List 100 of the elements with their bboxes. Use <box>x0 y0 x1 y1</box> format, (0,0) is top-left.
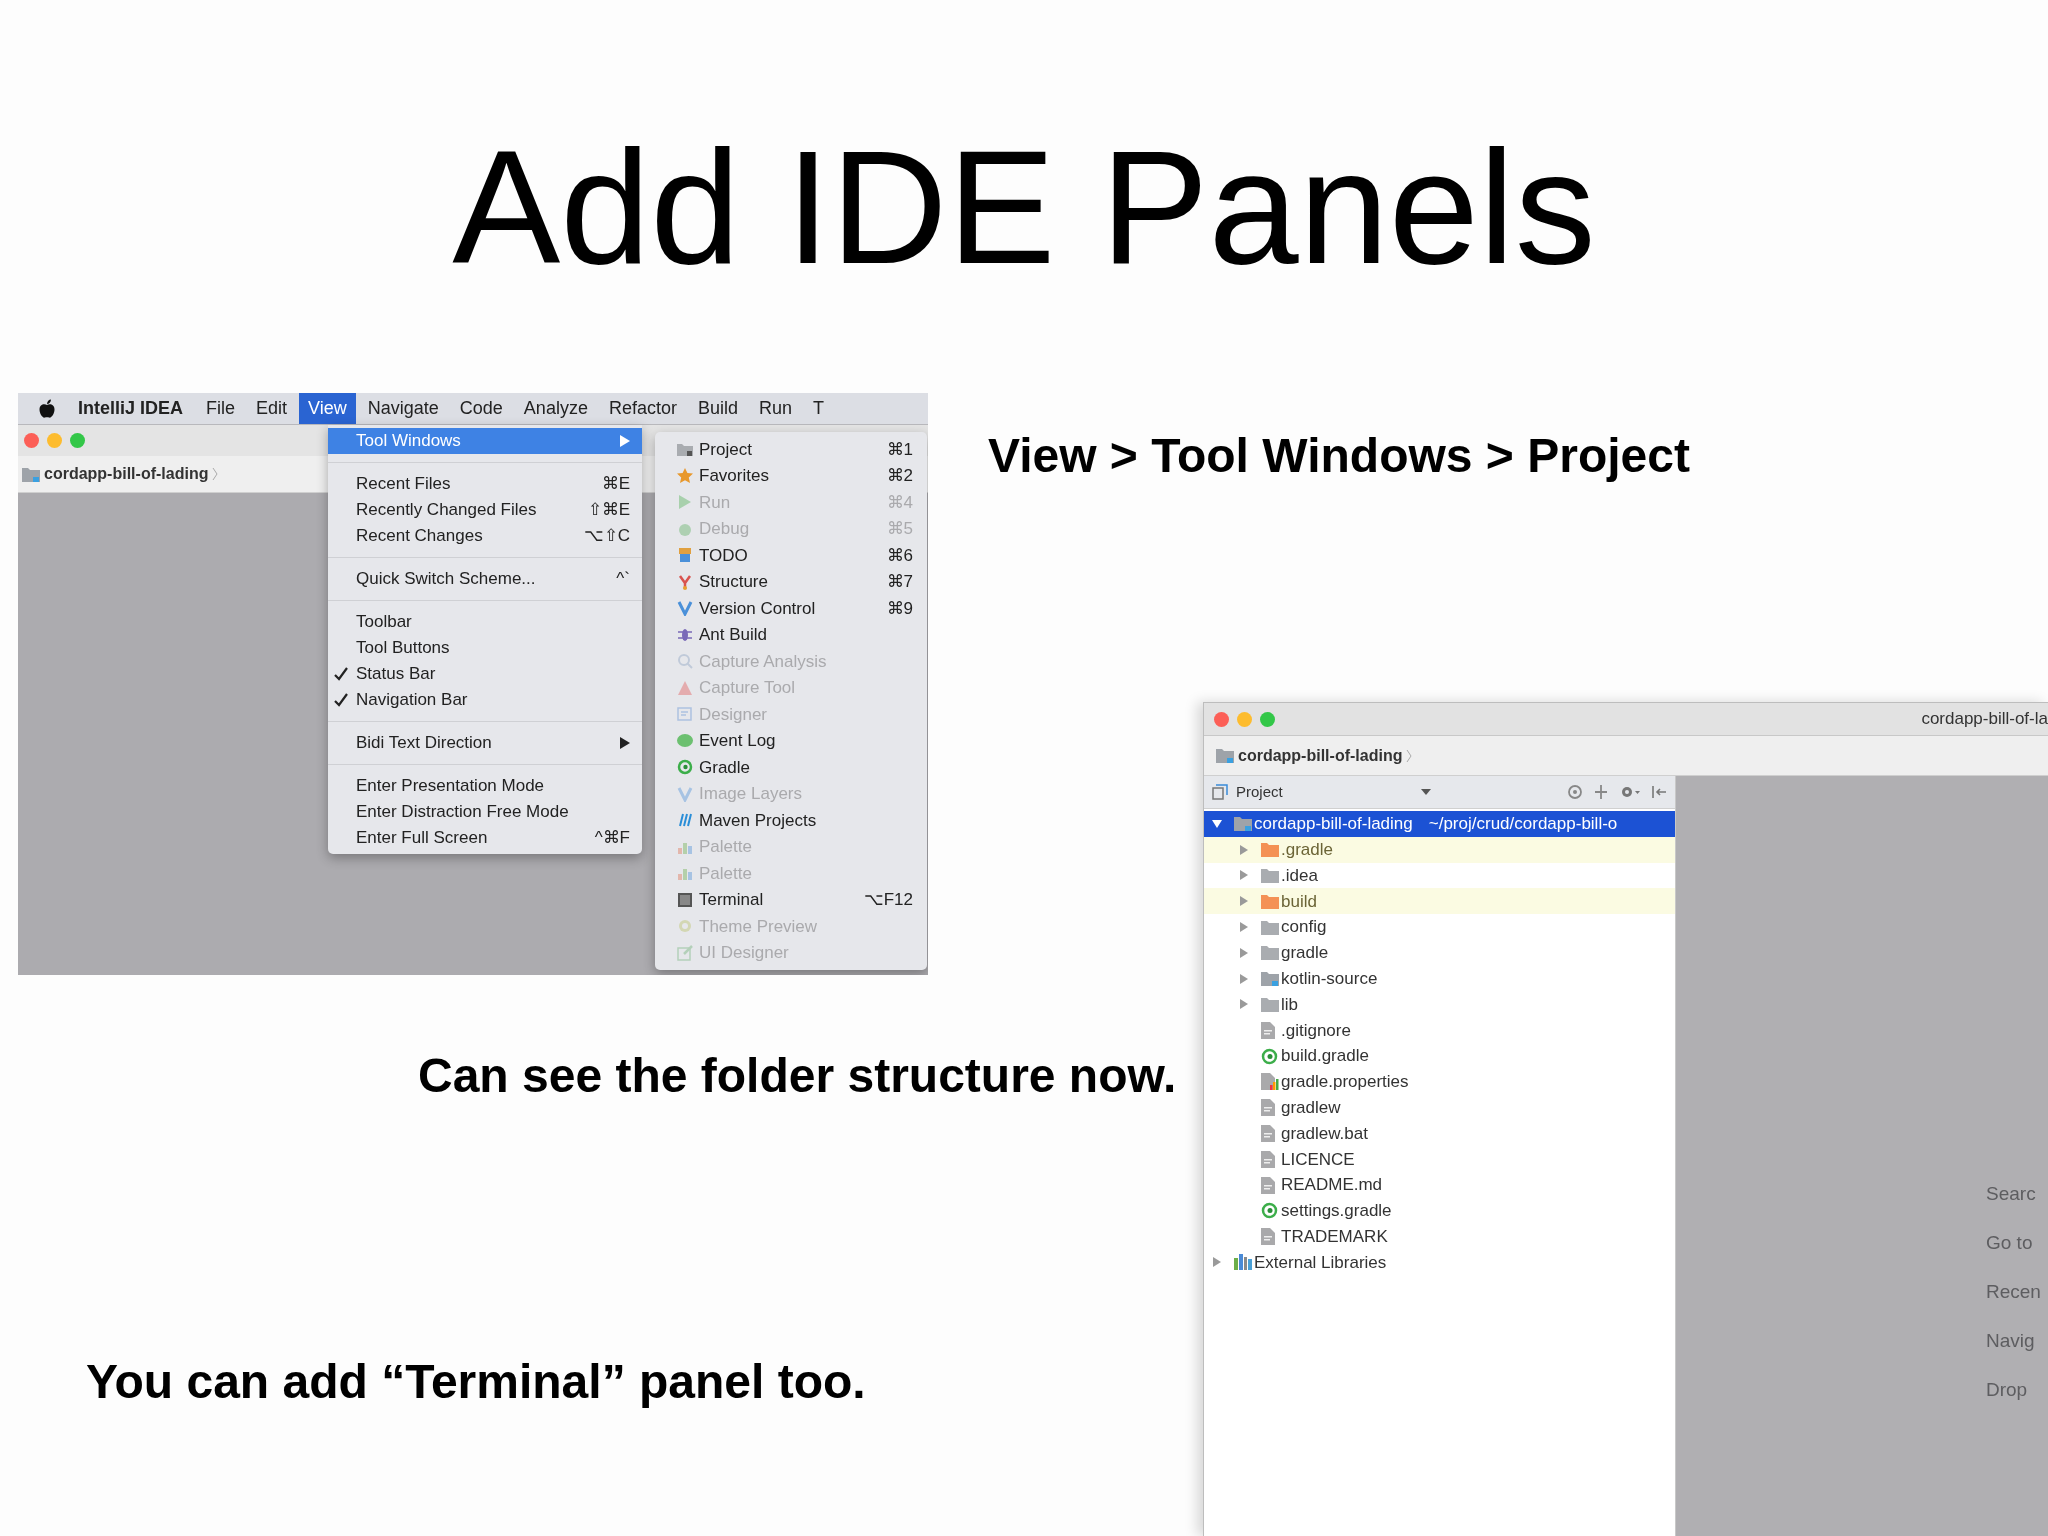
folder-icon <box>1261 919 1279 935</box>
panel-icon <box>1212 784 1228 800</box>
collapsed-arrow-icon[interactable] <box>1239 870 1249 881</box>
search-icon <box>677 653 693 670</box>
split-icon[interactable] <box>1593 784 1609 800</box>
menu-option[interactable]: Navigation Bar <box>328 687 642 713</box>
module-folder-icon <box>1234 816 1252 832</box>
tree-row[interactable]: config <box>1204 914 1675 940</box>
tree-row[interactable]: kotlin-source <box>1204 965 1675 992</box>
speech-bubble-icon <box>677 732 693 749</box>
menu-option[interactable]: Enter Distraction Free Mode <box>328 799 642 825</box>
target-icon[interactable] <box>1567 784 1583 800</box>
app-name[interactable]: IntelliJ IDEA <box>78 395 184 422</box>
circle-icon <box>677 918 693 935</box>
branch-icon <box>677 785 693 802</box>
menu-item[interactable]: Refactor <box>599 393 686 424</box>
close-button[interactable] <box>1214 711 1229 727</box>
menu-option[interactable]: Enter Full Screen ^⌘F <box>328 825 642 851</box>
tree-row[interactable]: .idea <box>1204 862 1675 889</box>
menu-option[interactable]: Toolbar <box>328 609 642 635</box>
menu-item[interactable]: Analyze <box>514 393 597 424</box>
menu-option[interactable]: TODO ⌘6 <box>655 542 927 569</box>
books-icon <box>1234 1254 1252 1271</box>
menu-option[interactable]: Quick Switch Scheme... ^` <box>328 566 642 592</box>
collapsed-arrow-icon[interactable] <box>1239 973 1249 984</box>
menu-item[interactable]: Build <box>688 393 747 424</box>
ring-icon <box>1261 1047 1278 1065</box>
editor-hint: Searc <box>1986 1182 2037 1206</box>
menu-option[interactable]: Terminal ⌥F12 <box>655 886 927 913</box>
collapsed-arrow-icon[interactable] <box>1239 844 1249 855</box>
collapsed-arrow-icon[interactable] <box>1239 999 1249 1010</box>
tree-row[interactable]: .gitignore <box>1204 1017 1675 1044</box>
folder-icon <box>1261 996 1279 1012</box>
menu-option[interactable]: Bidi Text Direction <box>328 730 642 756</box>
menu-option[interactable]: Recent Changes ⌥⇧C <box>328 523 642 549</box>
folder-icon <box>1261 868 1279 883</box>
play-icon <box>677 494 693 511</box>
menu-option[interactable]: Recently Changed Files ⇧⌘E <box>328 497 642 523</box>
menu-item[interactable]: View <box>299 393 356 424</box>
tree-row[interactable]: build.gradle <box>1204 1043 1675 1069</box>
menu-option[interactable]: Ant Build <box>655 621 927 648</box>
caret-icon[interactable] <box>1420 789 1431 795</box>
zoom-button[interactable] <box>1260 711 1275 727</box>
tree-row[interactable]: lib <box>1204 991 1675 1018</box>
tree-row[interactable]: LICENCE <box>1204 1146 1675 1173</box>
apple-logo-icon[interactable] <box>38 398 56 419</box>
collapsed-arrow-icon[interactable] <box>1239 947 1249 958</box>
zoom-button[interactable] <box>70 433 85 448</box>
menu-option[interactable]: Tool Windows <box>328 428 642 454</box>
collapse-icon[interactable] <box>1651 784 1667 800</box>
menu-item[interactable]: Code <box>450 393 512 424</box>
expanded-arrow-icon[interactable] <box>1212 818 1222 829</box>
collapsed-arrow-icon[interactable] <box>1212 1257 1222 1268</box>
tree-row[interactable]: cordapp-bill-of-lading ~/proj/crud/cordapp-bill-o <box>1204 811 1675 837</box>
menu-item[interactable]: Navigate <box>358 393 448 424</box>
ring-icon <box>1261 1202 1278 1220</box>
close-button[interactable] <box>24 433 39 448</box>
menu-item[interactable]: File <box>197 393 245 424</box>
menu-option[interactable]: Favorites ⌘2 <box>655 462 927 489</box>
menu-option[interactable]: Tool Buttons <box>328 635 642 661</box>
panel-title[interactable]: Project <box>1236 780 1283 804</box>
caption: You can add “Terminal” panel too. <box>86 1358 866 1406</box>
tree-row[interactable]: TRADEMARK <box>1204 1223 1675 1250</box>
menu-option[interactable]: Project ⌘1 <box>655 436 927 463</box>
tree-row[interactable]: build <box>1204 888 1675 915</box>
menu-item[interactable]: Edit <box>247 393 297 424</box>
tree-row[interactable]: gradle <box>1204 940 1675 966</box>
tree-row[interactable]: gradlew.bat <box>1204 1120 1675 1147</box>
menu-option[interactable]: Enter Presentation Mode <box>328 773 642 799</box>
star-icon <box>677 467 693 484</box>
module-folder-icon <box>22 466 40 482</box>
tree-row[interactable]: README.md <box>1204 1172 1675 1198</box>
gear-icon[interactable] <box>1619 784 1641 800</box>
file-icon <box>1261 1228 1275 1246</box>
tree-row[interactable]: settings.gradle <box>1204 1197 1675 1224</box>
menu-option[interactable]: Event Log <box>655 727 927 754</box>
breadcrumb[interactable]: cordapp-bill-of-lading <box>44 462 209 486</box>
menu-item[interactable]: T <box>804 393 833 424</box>
menu-option[interactable]: Maven Projects <box>655 807 927 834</box>
file-icon <box>1261 1150 1275 1168</box>
form-icon <box>677 706 693 723</box>
menu-option[interactable]: Gradle <box>655 754 927 781</box>
tree-row[interactable]: gradle.properties <box>1204 1068 1675 1095</box>
tree-row[interactable]: .gradle <box>1204 836 1675 863</box>
menu-item[interactable]: Run <box>749 393 801 424</box>
tree-row[interactable]: External Libraries <box>1204 1249 1675 1276</box>
caption: View > Tool Windows > Project <box>988 432 1690 480</box>
collapsed-arrow-icon[interactable] <box>1239 896 1249 907</box>
menu-option[interactable]: Structure ⌘7 <box>655 568 927 595</box>
menu-option[interactable]: Status Bar <box>328 661 642 687</box>
file-icon <box>1261 1176 1275 1194</box>
branch-icon <box>677 573 693 590</box>
menu-option[interactable]: Recent Files ⌘E <box>328 471 642 497</box>
collapsed-arrow-icon[interactable] <box>1239 922 1249 933</box>
menu-option[interactable]: Version Control ⌘9 <box>655 595 927 622</box>
file-icon <box>1261 1099 1275 1117</box>
tree-row[interactable]: gradlew <box>1204 1094 1675 1121</box>
clipboard-icon <box>677 547 693 564</box>
breadcrumb[interactable]: cordapp-bill-of-lading <box>1238 743 1403 768</box>
branch-icon <box>677 600 693 617</box>
